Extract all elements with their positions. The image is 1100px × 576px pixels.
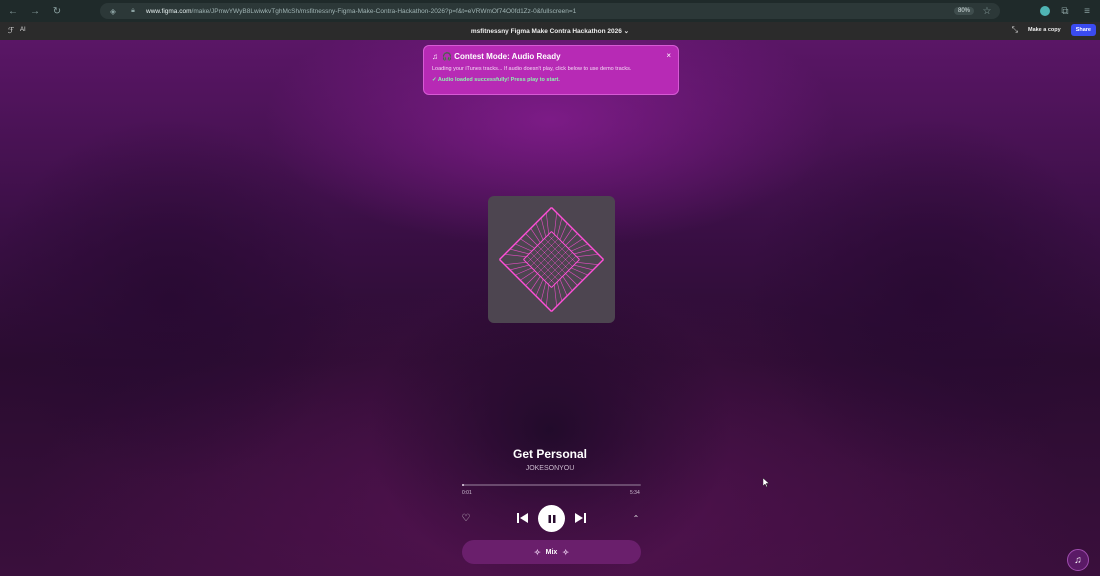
- contest-toast: ♫ 🎧 Contest Mode: Audio Ready Loading yo…: [423, 45, 679, 95]
- make-copy-button[interactable]: Make a copy: [1024, 24, 1065, 36]
- current-time: 0:01: [462, 490, 472, 496]
- track-artist: JOKESONYOU: [525, 465, 575, 472]
- shield-icon: ◈: [109, 6, 117, 16]
- next-track-button[interactable]: [573, 511, 587, 525]
- pause-button[interactable]: [538, 505, 565, 532]
- chevron-down-icon: ⌄: [623, 28, 630, 35]
- url-text[interactable]: www.figma.com/make/JPmwYWyB8LwiwkvTghMcS…: [146, 8, 948, 15]
- menu-icon[interactable]: ≡: [1080, 4, 1094, 18]
- skip-back-icon: [516, 513, 528, 523]
- music-note-icon: ♫: [1074, 554, 1082, 566]
- close-icon[interactable]: ×: [666, 51, 671, 60]
- profile-avatar-icon[interactable]: [1040, 6, 1050, 16]
- heart-icon[interactable]: ♡: [459, 511, 473, 525]
- share-button[interactable]: Share: [1070, 24, 1096, 36]
- mix-button[interactable]: ✧ Mix ✧: [462, 540, 641, 564]
- collapse-icon[interactable]: ⤡: [1012, 25, 1018, 35]
- browser-extensions: ⧉ ≡: [1040, 4, 1094, 18]
- sparkle-icon: ✧: [562, 547, 570, 557]
- track-title: Get Personal: [512, 447, 588, 461]
- skip-forward-icon: [574, 513, 586, 523]
- diamond-art: [499, 207, 604, 312]
- back-icon[interactable]: ←: [6, 4, 20, 18]
- toast-success: ✓ Audio loaded successfully! Press play …: [432, 77, 560, 83]
- chevron-up-icon[interactable]: ⌃: [630, 512, 642, 524]
- previous-track-button[interactable]: [515, 511, 529, 525]
- progress-fill: [462, 484, 464, 486]
- mix-label: Mix: [545, 548, 558, 556]
- figma-header: ℱ AI msfitnessny Figma Make Contra Hacka…: [0, 22, 1100, 40]
- address-bar[interactable]: ◈ 🔒︎ www.figma.com/make/JPmwYWyB8LwiwkvT…: [100, 3, 1000, 19]
- toast-message: Loading your iTunes tracks... If audio d…: [432, 66, 632, 72]
- lock-icon: 🔒︎: [131, 7, 135, 14]
- toast-title: 🎧 Contest Mode: Audio Ready: [442, 52, 561, 61]
- total-time: 5:34: [630, 490, 640, 496]
- sparkle-icon: ✧: [533, 547, 541, 557]
- mouse-cursor-icon: [763, 478, 769, 487]
- reload-icon[interactable]: ↻: [50, 4, 64, 18]
- forward-icon[interactable]: →: [28, 4, 42, 18]
- music-fab-button[interactable]: ♫: [1067, 549, 1089, 571]
- extensions-icon[interactable]: ⧉: [1058, 4, 1072, 18]
- zoom-badge[interactable]: 80%: [953, 7, 974, 15]
- progress-bar[interactable]: [462, 484, 641, 486]
- file-title[interactable]: msfitnessny Figma Make Contra Hackathon …: [0, 27, 1100, 35]
- player-stage: ♫ 🎧 Contest Mode: Audio Ready Loading yo…: [0, 40, 1100, 576]
- music-note-icon: ♫: [432, 52, 438, 61]
- bookmark-star-icon[interactable]: ☆: [980, 4, 994, 18]
- pause-icon: [548, 514, 555, 523]
- album-art: [488, 196, 615, 323]
